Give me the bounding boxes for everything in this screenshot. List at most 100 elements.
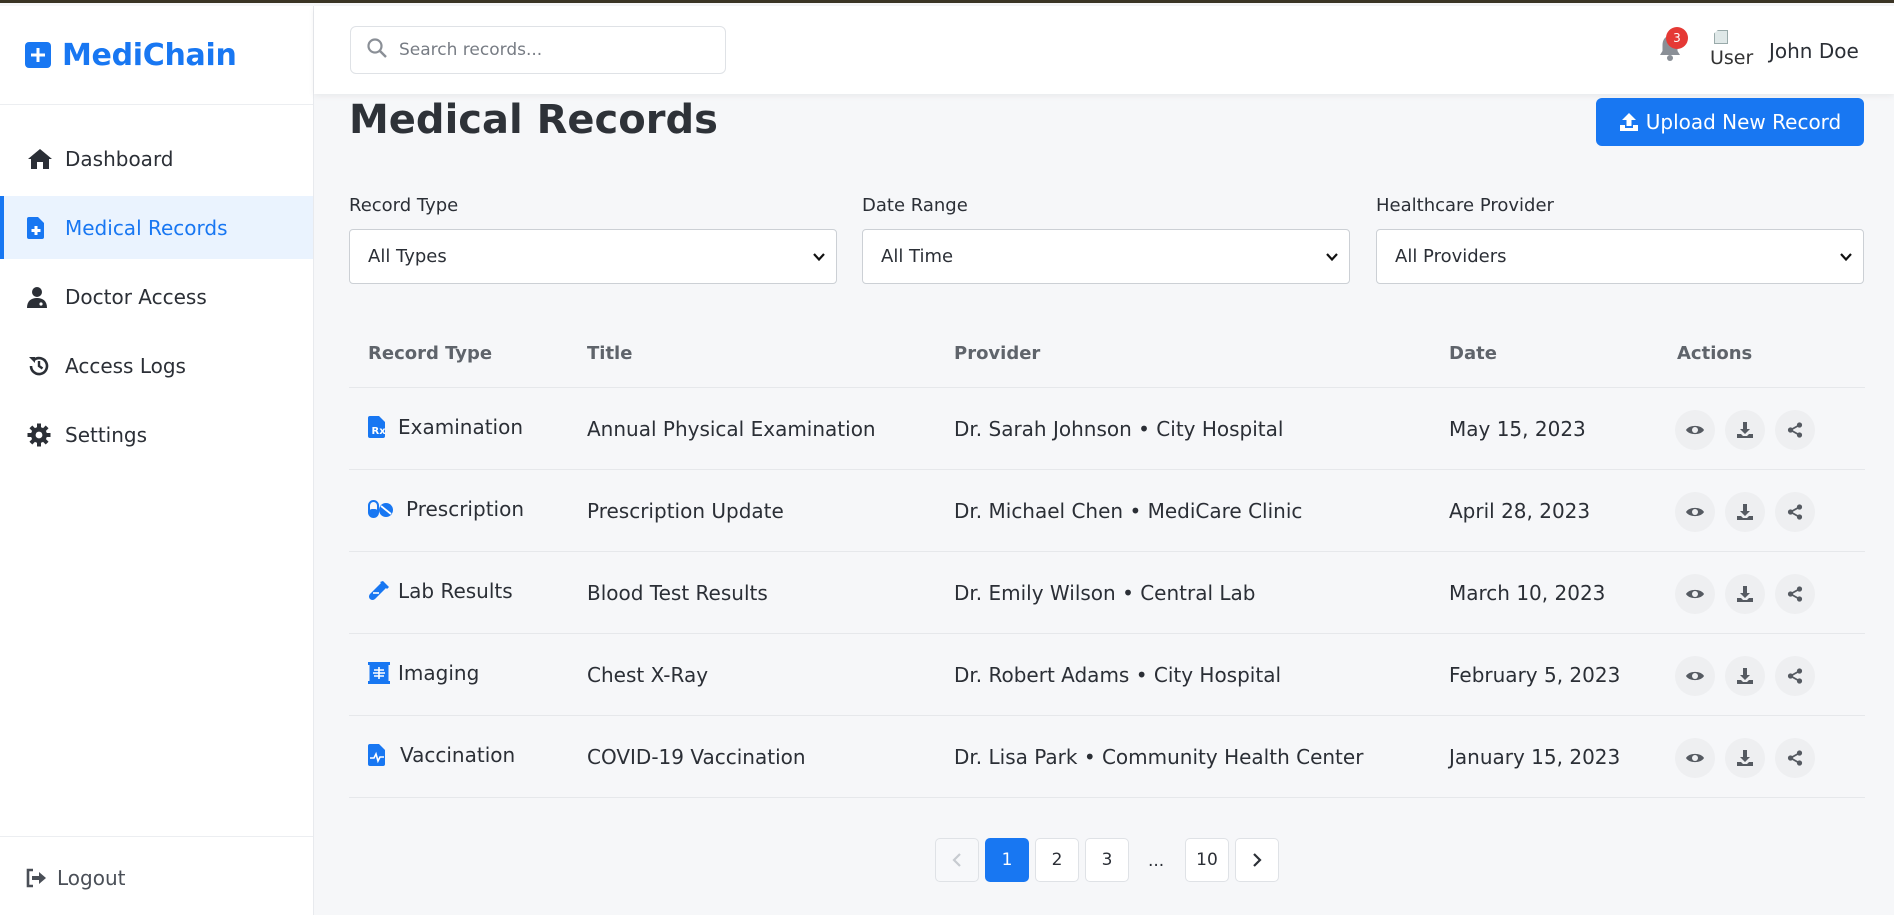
record-type-label: Prescription: [406, 497, 524, 521]
view-icon[interactable]: [1675, 410, 1715, 450]
view-icon[interactable]: [1675, 738, 1715, 778]
sidebar-item-doctor-access[interactable]: Doctor Access: [0, 265, 313, 328]
top-header: 3 User John Doe: [314, 6, 1894, 94]
record-type-cell: Rx Examination: [368, 415, 523, 439]
logout-label: Logout: [57, 865, 126, 890]
column-header: Actions: [1677, 343, 1753, 364]
x-ray-icon: [368, 662, 398, 684]
column-header: Date: [1449, 343, 1497, 364]
column-header: Record Type: [368, 343, 493, 364]
pagination-page-3[interactable]: 3: [1085, 838, 1129, 882]
table-row[interactable]: Lab Results Blood Test Results Dr. Emily…: [349, 552, 1865, 634]
record-provider: Dr. Robert Adams • City Hospital: [954, 663, 1282, 687]
sidebar-item-label: Doctor Access: [65, 284, 207, 309]
table-row[interactable]: Prescription Prescription Update Dr. Mic…: [349, 470, 1865, 552]
record-title: Chest X-Ray: [587, 663, 709, 687]
download-icon[interactable]: [1725, 574, 1765, 614]
sidebar-nav: Dashboard Medical Records Doctor Access …: [0, 127, 313, 466]
upload-icon: [1619, 113, 1638, 131]
share-icon[interactable]: [1775, 574, 1815, 614]
share-icon[interactable]: [1775, 738, 1815, 778]
pagination-prev-button[interactable]: [935, 838, 979, 882]
avatar[interactable]: User: [1708, 26, 1754, 72]
file-waveform-icon: [368, 744, 400, 766]
chevron-down-icon: [1839, 248, 1853, 269]
doctor-icon: [27, 285, 57, 309]
record-type-label: Vaccination: [400, 743, 516, 767]
date-range-select-value: All Time: [881, 246, 954, 267]
record-type-label: Examination: [398, 415, 524, 439]
sidebar-item-settings[interactable]: Settings: [0, 403, 313, 466]
pagination-next-button[interactable]: [1235, 838, 1279, 882]
sidebar-item-medical-records[interactable]: Medical Records: [0, 196, 313, 259]
view-icon[interactable]: [1675, 574, 1715, 614]
record-date: March 10, 2023: [1449, 581, 1606, 605]
download-icon[interactable]: [1725, 656, 1765, 696]
search-input[interactable]: [399, 40, 719, 60]
column-header: Title: [587, 343, 633, 364]
sidebar-item-label: Dashboard: [65, 146, 174, 171]
share-icon[interactable]: [1775, 410, 1815, 450]
page-title: Medical Records: [349, 97, 718, 143]
record-type-select-value: All Types: [368, 246, 447, 267]
upload-new-record-button[interactable]: Upload New Record: [1596, 98, 1864, 146]
record-title: Prescription Update: [587, 499, 784, 523]
record-date: April 28, 2023: [1449, 499, 1591, 523]
upload-button-label: Upload New Record: [1645, 110, 1842, 134]
record-title: COVID-19 Vaccination: [587, 745, 806, 769]
table-row[interactable]: Vaccination COVID-19 Vaccination Dr. Lis…: [349, 716, 1865, 798]
search-box: [350, 26, 726, 74]
record-date: February 5, 2023: [1449, 663, 1621, 687]
provider-select[interactable]: All Providers: [1376, 229, 1864, 284]
record-type-select[interactable]: All Types: [349, 229, 837, 284]
record-date: May 15, 2023: [1449, 417, 1586, 441]
download-icon[interactable]: [1725, 738, 1765, 778]
logout-icon: [25, 868, 49, 888]
gear-icon: [27, 423, 57, 447]
chevron-left-icon: [952, 853, 961, 867]
view-icon[interactable]: [1675, 656, 1715, 696]
sidebar-item-label: Access Logs: [65, 353, 186, 378]
sidebar: MediChain Dashboard Medical Records Doct…: [0, 6, 314, 915]
chevron-down-icon: [1325, 248, 1339, 269]
record-provider: Dr. Michael Chen • MediCare Clinic: [954, 499, 1303, 523]
pagination-page-2[interactable]: 2: [1035, 838, 1079, 882]
record-type-label: Imaging: [398, 661, 480, 685]
record-type-cell: Vaccination: [368, 743, 515, 767]
record-title: Annual Physical Examination: [587, 417, 876, 441]
filter-provider-label: Healthcare Provider: [1376, 195, 1554, 216]
table-row[interactable]: Rx Examination Annual Physical Examinati…: [349, 388, 1865, 470]
record-provider: Dr. Emily Wilson • Central Lab: [954, 581, 1256, 605]
view-icon[interactable]: [1675, 492, 1715, 532]
home-icon: [27, 147, 57, 171]
download-icon[interactable]: [1725, 410, 1765, 450]
plus-icon: [25, 42, 51, 68]
logout-button[interactable]: Logout: [0, 836, 313, 915]
download-icon[interactable]: [1725, 492, 1765, 532]
date-range-select[interactable]: All Time: [862, 229, 1350, 284]
filter-record-type-label: Record Type: [349, 195, 459, 216]
share-icon[interactable]: [1775, 656, 1815, 696]
pagination-page-1[interactable]: 1: [985, 838, 1029, 882]
column-header: Provider: [954, 343, 1041, 364]
records-table: Record Type Title Provider Date Actions …: [349, 321, 1865, 798]
record-title: Blood Test Results: [587, 581, 768, 605]
pagination-page-last[interactable]: 10: [1185, 838, 1229, 882]
record-provider: Dr. Lisa Park • Community Health Center: [954, 745, 1364, 769]
file-medical-icon: [27, 216, 57, 240]
table-row[interactable]: Imaging Chest X-Ray Dr. Robert Adams • C…: [349, 634, 1865, 716]
broken-image-icon: [1714, 30, 1728, 44]
sidebar-item-dashboard[interactable]: Dashboard: [0, 127, 313, 190]
provider-select-value: All Providers: [1395, 246, 1507, 267]
chevron-right-icon: [1253, 853, 1262, 867]
table-header: Record Type Title Provider Date Actions: [349, 321, 1865, 388]
notification-badge: 3: [1666, 27, 1688, 49]
brand-logo[interactable]: MediChain: [0, 6, 313, 105]
record-type-cell: Imaging: [368, 661, 479, 685]
avatar-alt-text: User: [1710, 47, 1754, 69]
username[interactable]: John Doe: [1769, 39, 1859, 63]
share-icon[interactable]: [1775, 492, 1815, 532]
sidebar-item-access-logs[interactable]: Access Logs: [0, 334, 313, 397]
vial-icon: [368, 580, 398, 602]
record-provider: Dr. Sarah Johnson • City Hospital: [954, 417, 1284, 441]
